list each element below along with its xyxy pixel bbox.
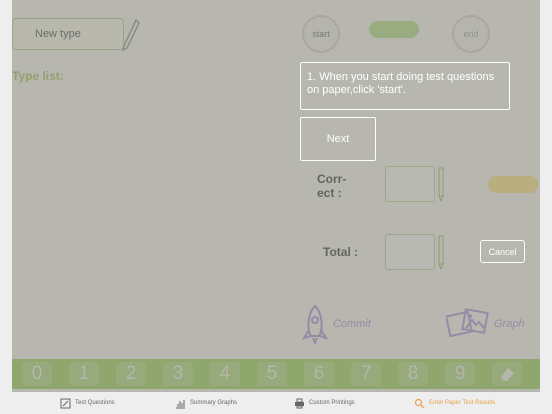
digit-key[interactable]: 3 [163,362,193,386]
progress-pill [369,21,419,38]
yellow-pill-button[interactable] [488,176,538,193]
new-type-placeholder: New type [35,28,81,40]
digit-key[interactable]: 9 [445,362,475,386]
tab-label: Test Questions [75,400,115,406]
chart-icon [176,399,185,408]
correct-label: Corr-ect : [317,172,347,200]
printer-icon [295,398,304,408]
digit-key[interactable]: 8 [398,362,428,386]
digit-key[interactable]: 6 [304,362,334,386]
digit-key[interactable]: 7 [351,362,381,386]
end-button[interactable]: end [452,15,490,53]
tab-label: Custom Printings [309,400,355,406]
correct-input[interactable] [385,166,435,202]
images-icon [446,308,489,338]
app-canvas: New type Type list: start end Corr-ect :… [12,0,540,392]
digit-key[interactable]: 4 [210,362,240,386]
pencil-icon[interactable] [437,234,445,275]
digit-key[interactable]: 0 [22,362,52,386]
number-keypad: 0 1 2 3 4 5 6 7 8 9 [12,359,540,389]
eraser-key[interactable] [492,362,522,386]
start-button[interactable]: start [302,15,340,53]
graph-button[interactable]: Graph [446,308,525,340]
type-list-label: Type list: [12,69,64,83]
tab-label: Enter Paper Test Results [429,400,496,406]
graph-label: Graph [494,318,525,330]
tab-enter-paper-test-results[interactable]: Enter Paper Test Results [414,398,495,409]
total-input[interactable] [385,234,435,270]
next-button[interactable]: Next [300,117,376,161]
pencil-icon[interactable] [437,166,445,207]
tab-summary-graphs[interactable]: Summary Graphs [175,398,237,409]
commit-label: Commit [333,318,371,330]
digit-key[interactable]: 1 [69,362,99,386]
digit-key[interactable]: 5 [257,362,287,386]
tab-bar: Test Questions Summary Graphs Custom Pri… [0,392,552,414]
new-type-input[interactable]: New type [12,18,124,50]
commit-button[interactable]: Commit [301,304,371,344]
tab-test-questions[interactable]: Test Questions [60,398,115,409]
search-icon [414,398,425,408]
rocket-icon [301,304,329,344]
tab-custom-printings[interactable]: Custom Printings [294,398,355,409]
eraser-icon [501,368,514,381]
cancel-button[interactable]: Cancel [480,240,525,263]
tutorial-message: 1. When you start doing test questions o… [300,62,510,110]
pencil-icon[interactable] [121,18,140,57]
total-label: Total : [323,245,359,259]
edit-icon [60,398,71,408]
tab-label: Summary Graphs [190,400,238,406]
digit-key[interactable]: 2 [116,362,146,386]
